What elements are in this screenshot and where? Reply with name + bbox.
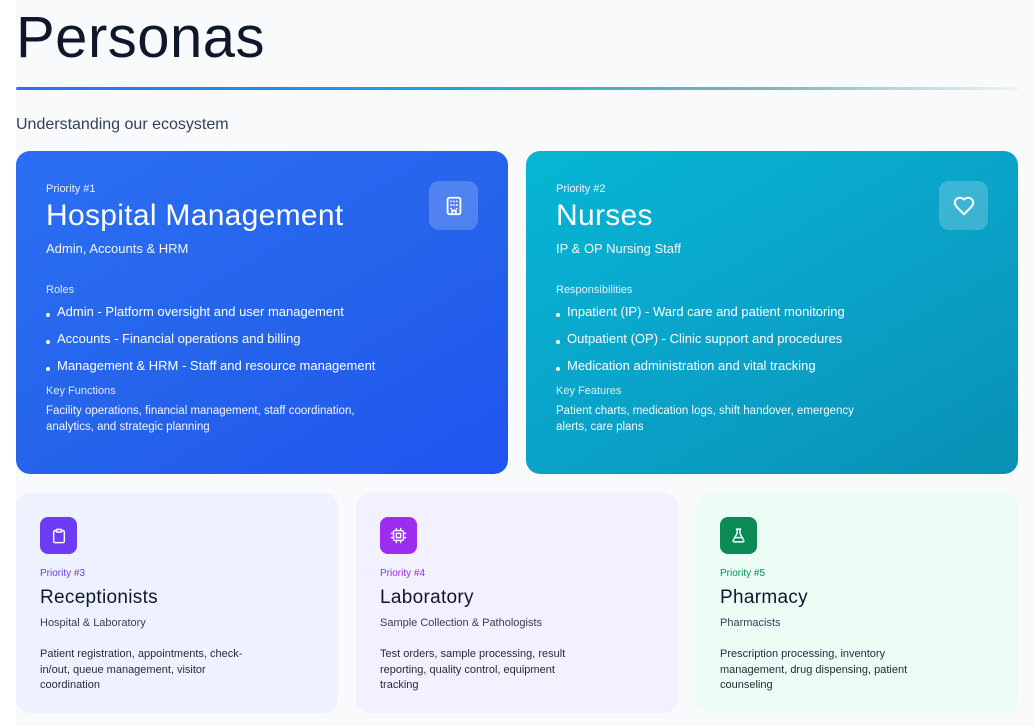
list-item: Inpatient (IP) - Ward care and patient m…	[556, 304, 988, 320]
persona-name: Pharmacy	[720, 587, 808, 608]
flask-icon	[720, 517, 757, 554]
responsibilities-list: Inpatient (IP) - Ward care and patient m…	[556, 304, 988, 374]
roles-label: Roles	[46, 284, 75, 296]
priority-label: Priority #3	[40, 568, 86, 579]
bullet-icon	[46, 312, 50, 317]
list-item: Management & HRM - Staff and resource ma…	[46, 358, 478, 374]
persona-tagline: IP & OP Nursing Staff	[556, 241, 682, 256]
priority-label: Priority #1	[46, 183, 96, 195]
key-features-label: Key Features	[556, 385, 622, 397]
key-functions-text: Facility operations, financial managemen…	[46, 405, 355, 433]
bullet-icon	[556, 339, 560, 344]
list-item: Admin - Platform oversight and user mana…	[46, 304, 478, 320]
persona-name: Nurses	[556, 199, 653, 232]
key-features-text: Patient charts, medication logs, shift h…	[556, 405, 854, 433]
persona-tagline: Pharmacists	[720, 617, 781, 629]
priority-label: Priority #2	[556, 183, 606, 195]
persona-card-laboratory[interactable]: Priority #4 Laboratory Sample Collection…	[356, 493, 678, 713]
heart-icon	[939, 181, 988, 230]
bullet-icon	[556, 366, 560, 371]
title-divider	[16, 87, 1018, 90]
persona-name: Hospital Management	[46, 199, 344, 232]
priority-label: Priority #5	[720, 568, 766, 579]
bullet-icon	[46, 339, 50, 344]
persona-card-pharmacy[interactable]: Priority #5 Pharmacy Pharmacists Prescri…	[696, 493, 1018, 713]
responsibilities-label: Responsibilities	[556, 284, 633, 296]
priority-label: Priority #4	[380, 568, 426, 579]
page-subtitle: Understanding our ecosystem	[16, 116, 229, 133]
persona-name: Receptionists	[40, 587, 158, 608]
persona-description: Test orders, sample processing, result r…	[380, 648, 566, 691]
persona-card-nurses[interactable]: Priority #2 Nurses IP & OP Nursing Staff…	[526, 151, 1018, 474]
bullet-icon	[556, 312, 560, 317]
persona-card-hospital-management[interactable]: Priority #1 Hospital Management Admin, A…	[16, 151, 508, 474]
persona-name: Laboratory	[380, 587, 474, 608]
list-item: Medication administration and vital trac…	[556, 358, 988, 374]
persona-description: Prescription processing, inventory manag…	[720, 648, 908, 691]
persona-card-receptionists[interactable]: Priority #3 Receptionists Hospital & Lab…	[16, 493, 338, 713]
roles-list: Admin - Platform oversight and user mana…	[46, 304, 478, 374]
list-item: Accounts - Financial operations and bill…	[46, 331, 478, 347]
persona-tagline: Admin, Accounts & HRM	[46, 241, 189, 256]
persona-tagline: Sample Collection & Pathologists	[380, 617, 543, 629]
bullet-icon	[46, 366, 50, 371]
page-title: Personas	[16, 5, 266, 70]
chip-icon	[380, 517, 417, 554]
building-icon	[429, 181, 478, 230]
clipboard-icon	[40, 517, 77, 554]
persona-description: Patient registration, appointments, chec…	[40, 648, 243, 691]
persona-tagline: Hospital & Laboratory	[40, 617, 146, 629]
key-functions-label: Key Functions	[46, 385, 116, 397]
list-item: Outpatient (OP) - Clinic support and pro…	[556, 331, 988, 347]
personas-page: Personas Understanding our ecosystem Pri…	[16, 0, 1034, 726]
